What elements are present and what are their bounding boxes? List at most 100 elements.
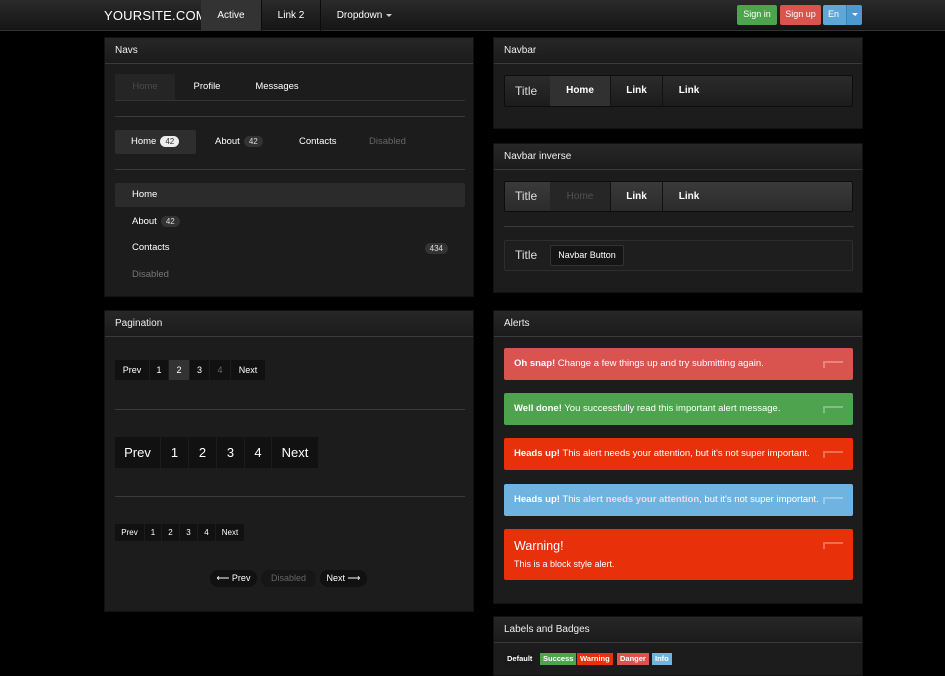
- labels-panel-title: Labels and Badges: [494, 617, 862, 643]
- pill-disabled: Disabled: [369, 136, 406, 147]
- page-4-disabled: 4: [210, 360, 230, 380]
- page-next-large[interactable]: Next: [272, 437, 318, 468]
- alert-success-strong: Well done!: [514, 403, 562, 414]
- signin-button[interactable]: Sign in: [737, 5, 777, 25]
- page-next[interactable]: Next: [231, 360, 265, 380]
- page-3-large[interactable]: 3: [217, 437, 244, 468]
- divider: [504, 226, 854, 227]
- stacked-home[interactable]: Home: [115, 183, 465, 207]
- navbar-inverse-example: Title Home Link Link: [504, 181, 853, 212]
- nav-link-2[interactable]: Link 2: [262, 0, 321, 31]
- page-2-active[interactable]: 2: [169, 360, 189, 380]
- page-1[interactable]: 1: [150, 360, 168, 380]
- page-1-mini[interactable]: 1: [145, 524, 161, 541]
- alert-error-strong: Oh snap!: [514, 358, 556, 369]
- page-3[interactable]: 3: [190, 360, 209, 380]
- alert-info-text-1: This: [559, 494, 583, 505]
- alert-error-text: Change a few things up and try submittin…: [555, 358, 764, 369]
- stacked-contacts-label: Contacts: [132, 242, 170, 253]
- nav-dropdown-label: Dropdown: [336, 10, 383, 21]
- page-prev-mini[interactable]: Prev: [115, 524, 144, 541]
- alerts-panel: Alerts Oh snap! Change a few things up a…: [493, 310, 863, 604]
- alert-success: Well done! You successfully read this im…: [504, 393, 853, 425]
- close-icon[interactable]: [823, 361, 843, 368]
- label-info: Info: [652, 653, 672, 665]
- pill-contacts[interactable]: Contacts: [299, 130, 349, 154]
- tab-home[interactable]: Home: [115, 74, 175, 100]
- page-next-mini[interactable]: Next: [216, 524, 244, 541]
- page-prev[interactable]: Prev: [115, 360, 149, 380]
- nav-dropdown[interactable]: Dropdown: [321, 0, 408, 31]
- page-2-mini[interactable]: 2: [162, 524, 179, 541]
- label-default: Default: [504, 653, 536, 665]
- navs-panel: Navs Home Profile Messages Home 42 About 4…: [104, 37, 474, 297]
- page-3-mini[interactable]: 3: [180, 524, 197, 541]
- pager-disabled: Disabled: [261, 570, 316, 587]
- pill-about-label: About: [215, 136, 240, 147]
- pill-home-label: Home: [131, 136, 157, 147]
- navbar-with-button: Title Navbar Button: [504, 240, 853, 271]
- alert-info-link[interactable]: alert needs your attention: [583, 494, 699, 505]
- alerts-panel-title: Alerts: [494, 311, 862, 337]
- page-2-large[interactable]: 2: [189, 437, 216, 468]
- alert-warning-text: This alert needs your attention, but it'…: [559, 448, 810, 459]
- label-warning: Warning: [577, 653, 613, 665]
- pill-home[interactable]: Home 42: [115, 130, 196, 154]
- navbar-button[interactable]: Navbar Button: [550, 245, 624, 266]
- stacked-contacts[interactable]: Contacts 434: [115, 236, 465, 260]
- pill-about[interactable]: About 42: [215, 130, 285, 154]
- navs-panel-title: Navs: [105, 38, 473, 64]
- navbar-inverse-link-2[interactable]: Link: [663, 182, 715, 211]
- stacked-about[interactable]: About 42: [115, 210, 465, 234]
- pagination-body: Prev 1 2 3 4 Next Prev 1 2 3 4 Next Prev…: [105, 337, 475, 613]
- divider: [115, 496, 465, 497]
- navbar-inverse-brand[interactable]: Title: [515, 182, 537, 211]
- tab-profile[interactable]: Profile: [175, 74, 239, 100]
- navbar-link-2[interactable]: Link: [663, 76, 715, 106]
- nav-active[interactable]: Active: [201, 0, 262, 31]
- alert-block-text: This is a block style alert.: [514, 559, 615, 569]
- navbar-button-brand[interactable]: Title: [515, 241, 537, 270]
- navbar-inverse-home[interactable]: Home: [550, 182, 611, 211]
- chevron-down-icon: [851, 13, 858, 17]
- language-button[interactable]: En: [823, 5, 846, 25]
- navbar-inverse-panel: Navbar inverse Title Home Link Link Titl…: [493, 143, 863, 293]
- navbar-panel: Navbar Title Home Link Link: [493, 37, 863, 129]
- top-navbar: YOURSITE.COM Active Link 2 Dropdown Sign…: [0, 0, 945, 31]
- pagination-panel-title: Pagination: [105, 311, 473, 337]
- close-icon[interactable]: [823, 451, 843, 458]
- page-4-mini[interactable]: 4: [198, 524, 215, 541]
- divider: [115, 116, 465, 117]
- alert-warning: Heads up! This alert needs your attentio…: [504, 438, 853, 470]
- navbar-link-1[interactable]: Link: [611, 76, 663, 106]
- pager-prev[interactable]: ⟵ Prev: [210, 570, 257, 587]
- close-icon[interactable]: [823, 542, 843, 549]
- alert-info: Heads up! This alert needs your attentio…: [504, 484, 853, 516]
- close-icon[interactable]: [823, 406, 843, 413]
- alert-success-text: You successfully read this important ale…: [561, 403, 781, 414]
- signup-button[interactable]: Sign up: [780, 5, 821, 25]
- page-4-large[interactable]: 4: [245, 437, 271, 468]
- chevron-down-icon: [386, 13, 393, 17]
- site-brand[interactable]: YOURSITE.COM: [104, 8, 207, 23]
- stacked-disabled: Disabled: [132, 269, 169, 280]
- language-dropdown-toggle[interactable]: [846, 5, 862, 25]
- divider: [115, 409, 465, 410]
- pager-next[interactable]: Next ⟶: [320, 570, 367, 587]
- close-icon[interactable]: [823, 497, 843, 504]
- page-1-large[interactable]: 1: [161, 437, 188, 468]
- navbar-inverse-link-1[interactable]: Link: [611, 182, 663, 211]
- navbar-inverse-panel-title: Navbar inverse: [494, 144, 862, 170]
- alert-error: Oh snap! Change a few things up and try …: [504, 348, 853, 380]
- alert-block: Warning! This is a block style alert.: [504, 529, 853, 580]
- navbar-brand[interactable]: Title: [515, 76, 537, 106]
- navs-body: Home Profile Messages Home 42 About 42 Con…: [105, 64, 475, 298]
- navbar-home[interactable]: Home: [550, 76, 611, 106]
- tab-messages[interactable]: Messages: [239, 74, 315, 100]
- page-prev-large[interactable]: Prev: [115, 437, 160, 468]
- alert-info-strong: Heads up!: [514, 494, 560, 505]
- pill-about-badge: 42: [243, 135, 263, 147]
- navbar-panel-title: Navbar: [494, 38, 862, 64]
- labels-body: Default Success Warning Danger Info: [494, 643, 864, 673]
- stacked-about-label: About: [132, 216, 157, 227]
